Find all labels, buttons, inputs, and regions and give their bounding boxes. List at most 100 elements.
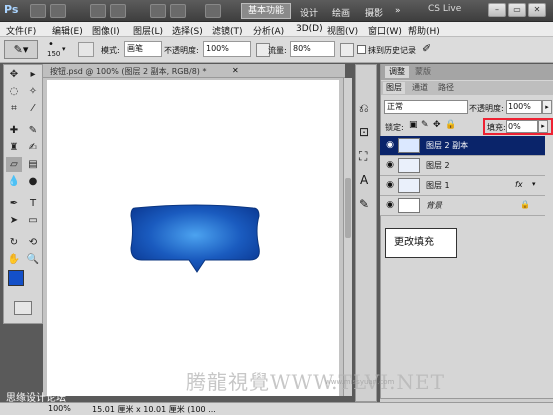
zoom-level-icon[interactable]: [110, 4, 126, 18]
menu-select[interactable]: 选择(S): [172, 24, 203, 37]
brush-tool-icon[interactable]: ✎: [25, 123, 41, 138]
pressure-size-icon[interactable]: ✐: [422, 42, 436, 56]
eyedropper-icon[interactable]: ⁄: [25, 101, 41, 116]
workspace-essentials-button[interactable]: 基本功能: [241, 3, 291, 19]
zoom-icon[interactable]: 🔍: [25, 252, 41, 267]
layer-name: 图层 2 副本: [426, 141, 469, 150]
actions-panel-icon[interactable]: ⊡: [359, 125, 369, 139]
flow-input[interactable]: 80%: [290, 41, 335, 57]
tab-channels[interactable]: 通道: [409, 82, 431, 94]
paths-panel-icon[interactable]: ⛶: [359, 149, 367, 164]
history-panel-icon[interactable]: ⎌: [359, 101, 369, 116]
menu-file[interactable]: 文件(F): [6, 24, 36, 37]
menu-3d[interactable]: 3D(D): [296, 24, 323, 34]
brush-picker-chevron-icon[interactable]: ▾: [62, 45, 70, 53]
brush-size[interactable]: 150: [47, 50, 60, 58]
close-document-icon[interactable]: ✕: [232, 66, 239, 75]
brush-tool-preset-icon[interactable]: ✎▾: [4, 40, 38, 59]
document-title: 按钮.psd @ 100% (图层 2 副本, RGB/8) *: [50, 67, 207, 76]
healing-brush-icon[interactable]: ✚: [6, 123, 22, 138]
lock-all-icon[interactable]: 🔒: [445, 120, 456, 130]
brush-panel-icon[interactable]: [78, 42, 94, 57]
cs-live-button[interactable]: CS Live: [428, 4, 461, 14]
layer-row[interactable]: ◉ 图层 1 fx ▾: [380, 176, 545, 196]
shape-tool-icon[interactable]: ▭: [25, 213, 41, 228]
crop-tool-icon[interactable]: ⌗: [6, 101, 22, 116]
dodge-tool-icon[interactable]: ●: [25, 174, 41, 189]
direct-select-icon[interactable]: ▸: [25, 67, 41, 82]
minibridge-icon[interactable]: [50, 4, 66, 18]
menu-analysis[interactable]: 分析(A): [253, 24, 284, 37]
lock-position-icon[interactable]: ✥: [433, 120, 441, 130]
expand-effects-icon[interactable]: ▾: [532, 180, 536, 188]
type-tool-icon[interactable]: T: [25, 196, 41, 211]
layer-thumbnail: [398, 158, 420, 173]
visibility-eye-icon[interactable]: ◉: [384, 160, 396, 170]
tab-layers[interactable]: 图层: [383, 82, 405, 94]
opacity-input[interactable]: 100%: [203, 41, 251, 57]
menu-layer[interactable]: 图层(L): [133, 24, 163, 37]
photoshop-logo: Ps: [4, 3, 19, 16]
visibility-eye-icon[interactable]: ◉: [384, 140, 396, 150]
restore-icon[interactable]: ▭: [508, 3, 526, 17]
scroll-thumb[interactable]: [345, 178, 351, 238]
layer-thumbnail: [398, 138, 420, 153]
tools-panel: ✥ ▸ ◌ ✧ ⌗ ⁄ ✚ ✎ ♜ ✍ ▱ ▤ 💧 ● ✒ T ➤ ▭ ↻ ⟲ …: [3, 64, 43, 324]
layer-row-selected[interactable]: ◉ 图层 2 副本: [380, 136, 545, 156]
quick-select-icon[interactable]: ✧: [25, 84, 41, 99]
quick-mask-icon[interactable]: [14, 301, 32, 315]
menu-window[interactable]: 窗口(W): [368, 24, 402, 37]
layer-effects-badge[interactable]: fx: [515, 180, 523, 189]
zoom-value[interactable]: 100%: [48, 404, 71, 413]
arrange-documents-icon[interactable]: [205, 4, 221, 18]
menu-edit[interactable]: 编辑(E): [52, 24, 83, 37]
extras-icon[interactable]: [90, 4, 106, 18]
lasso-tool-icon[interactable]: ◌: [6, 84, 22, 99]
layer-opacity-input[interactable]: 100%: [506, 100, 542, 114]
move-tool-icon[interactable]: ✥: [6, 67, 22, 82]
path-select-icon[interactable]: ➤: [6, 213, 22, 228]
layer-row[interactable]: ◉ 图层 2: [380, 156, 545, 176]
erase-history-checkbox[interactable]: [357, 45, 366, 54]
workspace-painting[interactable]: 绘画: [332, 6, 350, 19]
layer-row[interactable]: ◉ 背景 🔒: [380, 196, 545, 216]
blur-tool-icon[interactable]: 💧: [6, 174, 22, 189]
rotate-view-icon[interactable]: [170, 4, 186, 18]
hand-icon[interactable]: ✋: [6, 252, 22, 267]
menu-view[interactable]: 视图(V): [327, 24, 358, 37]
pen-tool-icon[interactable]: ✒: [6, 196, 22, 211]
workspace-design[interactable]: 设计: [300, 6, 318, 19]
workspace-photography[interactable]: 摄影: [365, 6, 383, 19]
bridge-icon[interactable]: [30, 4, 46, 18]
menu-help[interactable]: 帮助(H): [408, 24, 440, 37]
menu-filter[interactable]: 滤镜(T): [212, 24, 243, 37]
menu-image[interactable]: 图像(I): [92, 24, 120, 37]
foreground-color-swatch[interactable]: [8, 270, 24, 286]
minimize-icon[interactable]: –: [488, 3, 506, 17]
styles-panel-icon[interactable]: A: [360, 173, 368, 187]
tab-masks[interactable]: 蒙版: [411, 66, 435, 78]
history-brush-icon[interactable]: ✍: [25, 140, 41, 155]
close-icon[interactable]: ✕: [528, 3, 546, 17]
workspace-menu-icon[interactable]: »: [395, 6, 401, 16]
vertical-scrollbar[interactable]: [343, 78, 352, 396]
3d-orbit-icon[interactable]: ⟲: [25, 235, 41, 250]
airbrush-icon[interactable]: [340, 43, 354, 57]
brushes-panel-icon[interactable]: ✎: [359, 197, 369, 211]
eraser-tool-icon[interactable]: ▱: [6, 157, 22, 172]
tab-adjustments[interactable]: 调整: [385, 66, 409, 78]
lock-transparency-icon[interactable]: ▣: [409, 120, 418, 130]
hand-tool-icon[interactable]: [150, 4, 166, 18]
tab-paths[interactable]: 路径: [435, 82, 457, 94]
canvas[interactable]: [47, 80, 339, 396]
opacity-slider-arrow-icon[interactable]: ▸: [542, 100, 552, 114]
mode-select[interactable]: 画笔: [124, 41, 162, 57]
clone-stamp-icon[interactable]: ♜: [6, 140, 22, 155]
visibility-eye-icon[interactable]: ◉: [384, 180, 396, 190]
gradient-tool-icon[interactable]: ▤: [25, 157, 41, 172]
lock-pixels-icon[interactable]: ✎: [421, 120, 429, 130]
3d-rotate-icon[interactable]: ↻: [6, 235, 22, 250]
blend-mode-select[interactable]: 正常: [384, 100, 468, 114]
watermark-text: 腾龍視覺WWW.TLVI.NET: [186, 370, 445, 394]
visibility-eye-icon[interactable]: ◉: [384, 200, 396, 210]
